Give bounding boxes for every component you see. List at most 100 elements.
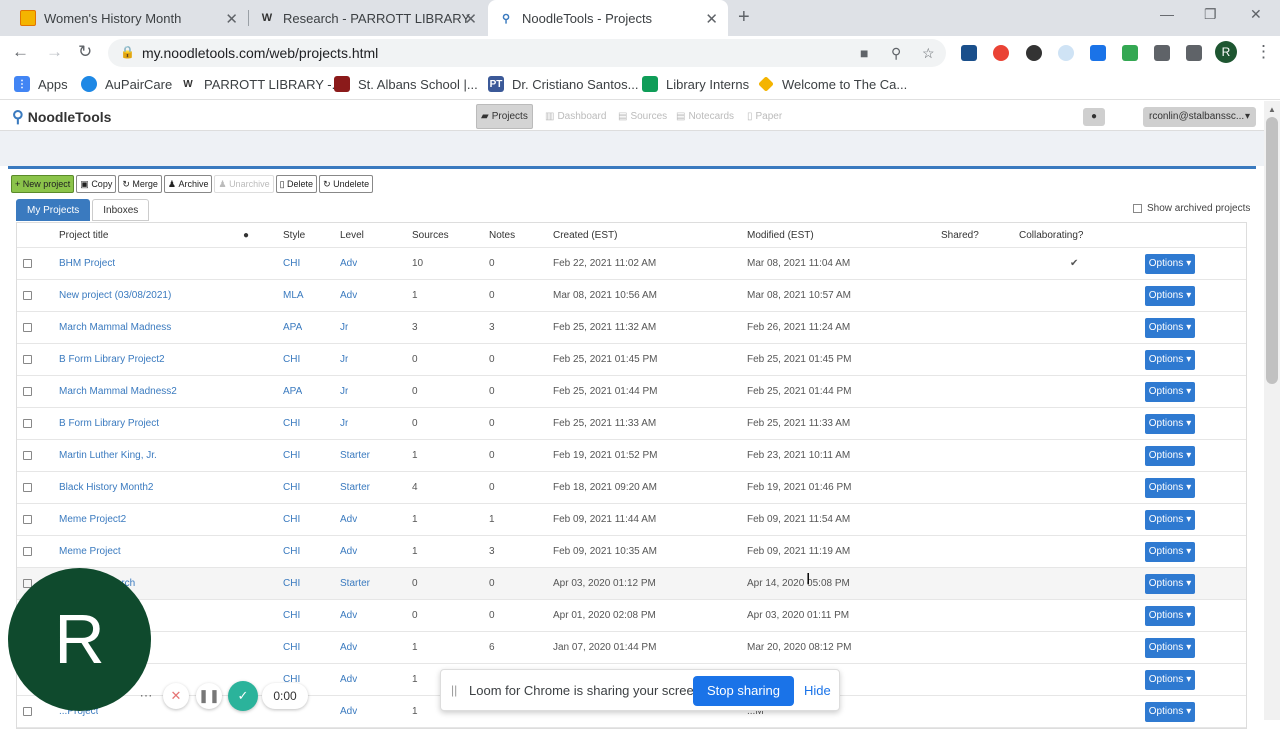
project-level[interactable]: Adv	[340, 696, 357, 727]
project-style[interactable]: MLA	[283, 280, 304, 311]
col-notes[interactable]: Notes	[489, 223, 515, 247]
archive-button[interactable]: ♟ Archive	[163, 175, 213, 193]
options-button[interactable]: Options ▾	[1145, 541, 1195, 562]
browser-tab-research[interactable]: W Research - PARROTT LIBRARY ✕	[249, 0, 487, 36]
project-level[interactable]: Jr	[340, 408, 348, 439]
browser-tab-womens-history[interactable]: Women's History Month ✕	[8, 0, 248, 36]
row-checkbox[interactable]	[23, 483, 32, 492]
tab-my-projects[interactable]: My Projects	[16, 199, 91, 221]
project-style[interactable]: CHI	[283, 568, 300, 599]
project-level[interactable]: Starter	[340, 472, 370, 503]
options-button[interactable]: Options ▾	[1145, 605, 1195, 626]
table-row[interactable]: B Form Library Project CHI Jr 0 0 Feb 25, 202…	[17, 408, 1246, 440]
row-checkbox[interactable]	[23, 291, 32, 300]
project-title[interactable]: B Form Library Project	[59, 408, 159, 439]
project-level[interactable]: Adv	[340, 600, 357, 631]
zoom-icon[interactable]: ⚲	[891, 45, 901, 62]
row-checkbox[interactable]	[23, 387, 32, 396]
row-checkbox[interactable]	[23, 547, 32, 556]
nav-paper[interactable]: ▯ Paper	[743, 104, 786, 129]
project-level[interactable]: Starter	[340, 568, 370, 599]
options-button[interactable]: Options ▾	[1145, 285, 1195, 306]
table-row[interactable]: March Mammal Madness2 APA Jr 0 0 Feb 25, 2021…	[17, 376, 1246, 408]
nav-notecards[interactable]: ▤ Notecards	[672, 104, 738, 129]
bookmark-aupaircare[interactable]: AuPairCare	[81, 76, 172, 92]
camera-icon[interactable]: ■	[860, 45, 868, 61]
col-style[interactable]: Style	[283, 223, 305, 247]
extension-green-icon[interactable]	[1122, 45, 1138, 61]
bookmark-cristiano[interactable]: PT Dr. Cristiano Santos...	[488, 76, 638, 92]
row-checkbox[interactable]	[23, 515, 32, 524]
project-style[interactable]: CHI	[283, 600, 300, 631]
extension-v-icon[interactable]	[1090, 45, 1106, 61]
chat-icon[interactable]: ●	[1083, 108, 1105, 126]
col-sources[interactable]: Sources	[412, 223, 449, 247]
project-level[interactable]: Adv	[340, 664, 357, 695]
bookmark-st-albans[interactable]: St. Albans School |...	[334, 76, 478, 92]
restore-icon[interactable]: ❐	[1204, 6, 1217, 23]
project-style[interactable]: CHI	[283, 248, 300, 279]
scrollbar-thumb[interactable]	[1266, 117, 1278, 384]
new-tab-icon[interactable]: +	[738, 6, 750, 29]
options-button[interactable]: Options ▾	[1145, 509, 1195, 530]
user-menu[interactable]: rconlin@stalbanssc... ▾	[1143, 107, 1256, 127]
hide-button[interactable]: Hide	[804, 683, 831, 698]
project-title[interactable]: Meme Project2	[59, 504, 126, 535]
checkbox[interactable]	[1133, 204, 1142, 213]
row-checkbox[interactable]	[23, 451, 32, 460]
col-level[interactable]: Level	[340, 223, 364, 247]
project-level[interactable]: Adv	[340, 248, 357, 279]
options-button[interactable]: Options ▾	[1145, 381, 1195, 402]
extensions-puzzle-icon[interactable]	[1154, 45, 1170, 61]
project-level[interactable]: Jr	[340, 344, 348, 375]
project-style[interactable]: APA	[283, 312, 302, 343]
pause-icon[interactable]: ❚❚	[196, 683, 222, 709]
noodletools-logo[interactable]: ⚲ NoodleTools	[12, 107, 111, 127]
extension-badge-icon[interactable]	[993, 45, 1009, 61]
table-row[interactable]: Martin Luther King, Jr. CHI Starter 1 0 Feb 1…	[17, 440, 1246, 472]
bookmark-parrott[interactable]: W PARROTT LIBRARY -...	[180, 76, 342, 92]
nav-projects[interactable]: ▰ Projects	[476, 104, 533, 129]
row-checkbox[interactable]	[23, 419, 32, 428]
address-bar[interactable]: 🔒 my.noodletools.com/web/projects.html ■…	[108, 39, 946, 67]
project-title[interactable]: B Form Library Project2	[59, 344, 165, 375]
copy-button[interactable]: ▣ Copy	[76, 175, 117, 193]
finish-check-icon[interactable]: ✓	[228, 681, 258, 711]
project-level[interactable]: Starter	[340, 440, 370, 471]
table-row[interactable]: B Form Library Project2 CHI Jr 0 0 Feb 25, 20…	[17, 344, 1246, 376]
nav-sources[interactable]: ▤ Sources	[614, 104, 671, 129]
project-level[interactable]: Adv	[340, 280, 357, 311]
project-level[interactable]: Adv	[340, 632, 357, 663]
undelete-button[interactable]: ↻ Undelete	[319, 175, 374, 193]
table-row[interactable]: New project (03/08/2021) MLA Adv 1 0 Mar 08, …	[17, 280, 1246, 312]
options-button[interactable]: Options ▾	[1145, 637, 1195, 658]
project-style[interactable]: CHI	[283, 344, 300, 375]
back-icon[interactable]: ←	[12, 42, 29, 62]
project-style[interactable]: CHI	[283, 504, 300, 535]
media-queue-icon[interactable]	[1186, 45, 1202, 61]
options-button[interactable]: Options ▾	[1145, 413, 1195, 434]
close-icon[interactable]: ✕	[225, 10, 238, 28]
table-row[interactable]: March Mammal Madness APA Jr 3 3 Feb 25, 2021 …	[17, 312, 1246, 344]
project-style[interactable]: CHI	[283, 536, 300, 567]
options-button[interactable]: Options ▾	[1145, 253, 1195, 274]
options-button[interactable]: Options ▾	[1145, 573, 1195, 594]
col-project-title[interactable]: Project title	[59, 223, 108, 247]
bookmark-welcome[interactable]: Welcome to The Ca...	[758, 76, 907, 92]
tab-inboxes[interactable]: Inboxes	[92, 199, 150, 221]
options-button[interactable]: Options ▾	[1145, 669, 1195, 690]
project-style[interactable]: CHI	[283, 440, 300, 471]
project-title[interactable]: Black History Month2	[59, 472, 153, 503]
project-title[interactable]: Meme Project	[59, 536, 121, 567]
extension-book-icon[interactable]	[961, 45, 977, 61]
col-collaborating[interactable]: Collaborating?	[1019, 223, 1084, 247]
table-row[interactable]: Meme Project CHI Adv 1 3 Feb 09, 2021 10:35 A…	[17, 536, 1246, 568]
project-level[interactable]: Jr	[340, 376, 348, 407]
stop-sharing-button[interactable]: Stop sharing	[693, 676, 794, 706]
table-row[interactable]: Black History Month2 CHI Starter 4 0 Feb 18, …	[17, 472, 1246, 504]
row-checkbox[interactable]	[23, 259, 32, 268]
bookmark-apps[interactable]: ⋮ Apps	[14, 76, 68, 92]
extension-cloud-icon[interactable]	[1058, 45, 1074, 61]
col-shared[interactable]: Shared?	[941, 223, 979, 247]
nav-dashboard[interactable]: ▥ Dashboard	[541, 104, 610, 129]
